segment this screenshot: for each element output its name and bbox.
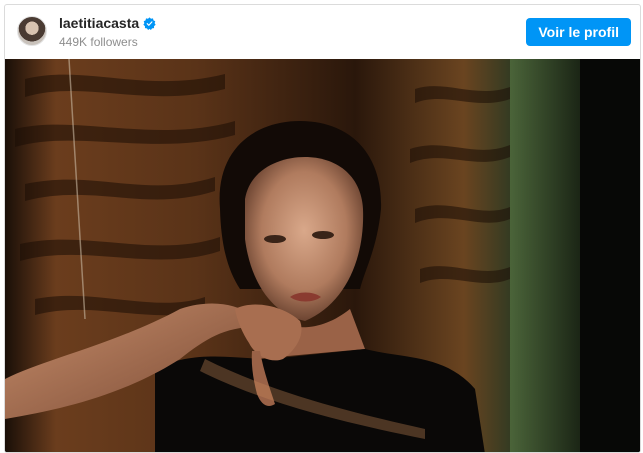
post-header: laetitiacasta 449K followers Voir le pro… xyxy=(5,5,640,59)
username-link[interactable]: laetitiacasta xyxy=(59,15,139,32)
follower-count: 449K followers xyxy=(59,35,138,49)
username-row: laetitiacasta xyxy=(59,15,156,32)
post-photo[interactable] xyxy=(5,59,640,452)
user-info: laetitiacasta 449K followers xyxy=(59,15,156,49)
avatar[interactable] xyxy=(17,16,47,46)
verified-badge-icon xyxy=(143,17,156,30)
instagram-embed: laetitiacasta 449K followers Voir le pro… xyxy=(4,4,641,453)
portrait-image xyxy=(5,59,640,452)
view-profile-button[interactable]: Voir le profil xyxy=(526,18,631,46)
